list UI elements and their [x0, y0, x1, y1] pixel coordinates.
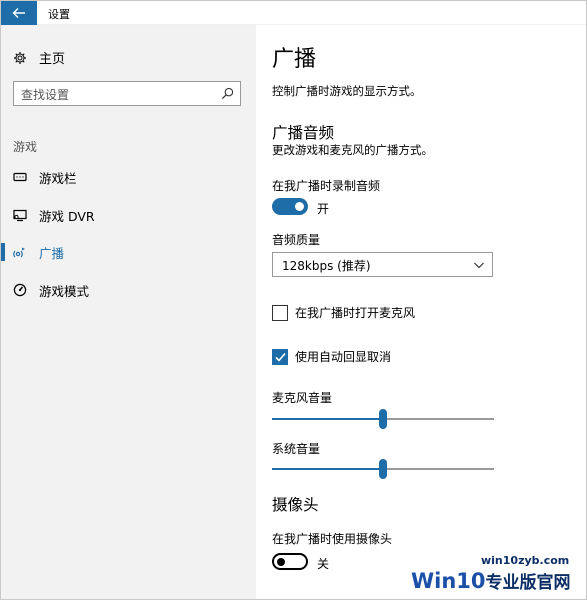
toggle-knob — [277, 557, 285, 566]
system-volume-slider[interactable] — [272, 458, 494, 480]
slider-thumb[interactable] — [379, 409, 387, 429]
audio-quality-label: 音频质量 — [272, 233, 321, 247]
gear-icon — [14, 51, 26, 64]
mic-volume-label: 麦克风音量 — [272, 391, 333, 405]
record-audio-toggle[interactable] — [272, 198, 308, 215]
audio-quality-value: 128kbps (推荐) — [282, 259, 371, 273]
section-label-gaming: 游戏 — [13, 140, 38, 154]
record-audio-state: 开 — [317, 202, 330, 216]
chevron-down-icon — [474, 262, 484, 269]
sidebar-item-game-bar[interactable]: 游戏栏 — [1, 159, 256, 195]
system-volume-label: 系统音量 — [272, 442, 321, 456]
audio-quality-dropdown[interactable]: 128kbps (推荐) — [272, 252, 493, 277]
broadcast-icon — [13, 247, 25, 258]
mic-checkbox[interactable] — [272, 304, 288, 321]
echo-checkbox-row[interactable]: 使用自动回显取消 — [272, 348, 391, 365]
game-mode-icon — [13, 283, 27, 297]
mic-checkbox-row[interactable]: 在我广播时打开麦克风 — [272, 304, 415, 321]
search-icon[interactable] — [221, 87, 234, 100]
sidebar-item-broadcasting[interactable]: 广播 — [1, 234, 256, 270]
mic-volume-slider[interactable] — [272, 408, 494, 430]
back-arrow-icon — [12, 8, 25, 18]
echo-checkbox-label: 使用自动回显取消 — [295, 350, 392, 364]
sidebar-item-label: 广播 — [39, 245, 65, 261]
search-input[interactable]: 查找设置 — [13, 81, 241, 106]
camera-section-heading: 摄像头 — [272, 496, 319, 514]
checkmark-icon — [275, 352, 286, 362]
watermark-url: win10zyb.com — [481, 554, 570, 567]
audio-section-heading: 广播音频 — [272, 124, 335, 142]
slider-fill — [272, 468, 383, 470]
title-bar: 设置 — [1, 1, 586, 25]
main-content: 广播 控制广播时游戏的显示方式。 广播音频 更改游戏和麦克风的广播方式。 在我广… — [272, 25, 586, 599]
page-title: 广播 — [272, 47, 317, 72]
slider-fill — [272, 418, 383, 420]
sidebar-item-label: 游戏栏 — [39, 170, 77, 186]
sidebar-item-game-mode[interactable]: 游戏模式 — [1, 272, 256, 308]
search-placeholder: 查找设置 — [21, 88, 70, 102]
home-link[interactable]: 主页 — [13, 48, 65, 67]
sidebar-item-label: 游戏模式 — [39, 283, 90, 299]
settings-window: 设置 主页 查找设置 游戏 游戏栏 游戏 DVR 广播 游戏模式 广播 控制广播… — [0, 0, 587, 600]
toggle-knob — [295, 202, 304, 211]
echo-checkbox[interactable] — [272, 348, 288, 365]
record-audio-label: 在我广播时录制音频 — [272, 179, 381, 193]
watermark-brand-en: Win10 — [411, 569, 486, 593]
camera-toggle[interactable] — [272, 553, 308, 570]
window-title: 设置 — [48, 8, 70, 21]
sidebar-item-label: 游戏 DVR — [39, 208, 95, 224]
watermark-brand: Win10专业版官网 — [411, 568, 571, 593]
back-button[interactable] — [1, 1, 37, 25]
keyboard-icon — [13, 172, 27, 182]
watermark-logo: win10zyb.com Win10专业版官网 — [411, 554, 586, 599]
slider-thumb[interactable] — [379, 459, 387, 479]
home-label: 主页 — [39, 52, 66, 67]
mic-checkbox-label: 在我广播时打开麦克风 — [295, 306, 416, 320]
camera-state: 关 — [317, 557, 330, 571]
sidebar: 主页 查找设置 游戏 游戏栏 游戏 DVR 广播 游戏模式 — [1, 25, 256, 599]
page-description: 控制广播时游戏的显示方式。 — [272, 84, 422, 98]
capture-icon — [13, 209, 27, 222]
audio-section-description: 更改游戏和麦克风的广播方式。 — [272, 143, 433, 157]
camera-label: 在我广播时使用摄像头 — [272, 532, 393, 546]
watermark-brand-cn: 专业版官网 — [485, 573, 571, 593]
sidebar-item-game-dvr[interactable]: 游戏 DVR — [1, 197, 256, 233]
